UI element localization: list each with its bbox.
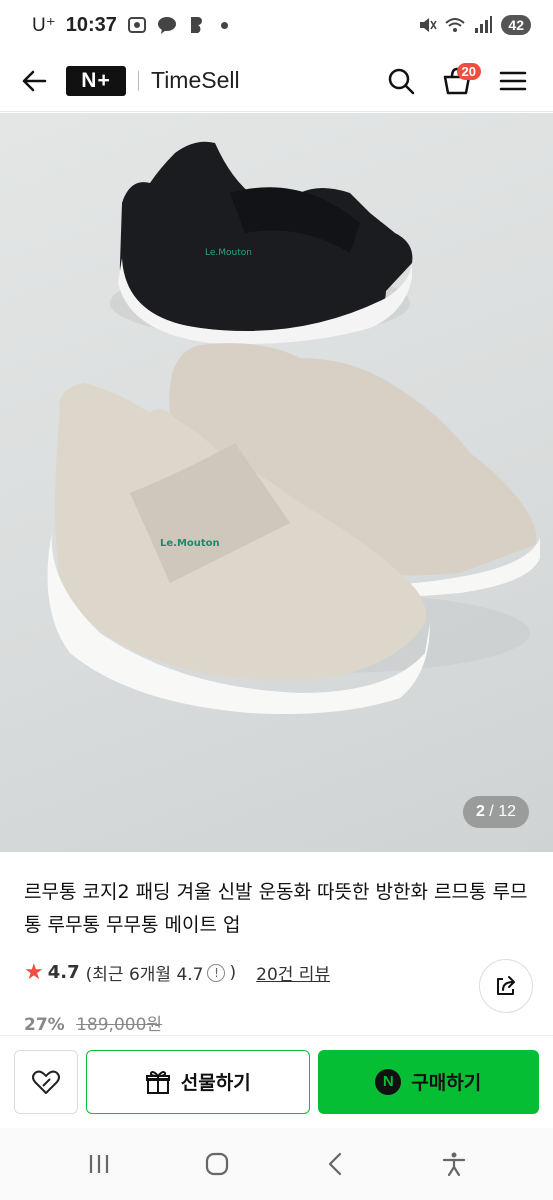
gift-button-label: 선물하기 xyxy=(180,1072,251,1094)
status-bar: U⁺ 10:37 42 xyxy=(0,0,553,50)
product-title: 르무통 코지2 패딩 겨울 신발 운동화 따뜻한 방한화 르므통 루므통 루무통… xyxy=(24,881,528,936)
menu-button[interactable] xyxy=(493,61,533,101)
talk-icon xyxy=(157,17,176,34)
product-photo: Le.Mouton Le.Mouton xyxy=(47,141,540,714)
wishlist-button[interactable] xyxy=(14,1049,78,1114)
buy-button-label: 구매하기 xyxy=(411,1072,482,1094)
product-image-gallery[interactable]: Le.Mouton Le.Mouton 2 / 12 xyxy=(0,113,553,852)
notification-dot-icon xyxy=(220,21,228,29)
arrow-left-icon xyxy=(22,70,47,91)
system-back-button[interactable] xyxy=(314,1142,358,1186)
chevron-left-icon xyxy=(328,1152,341,1176)
gift-icon xyxy=(145,1070,170,1094)
signal-icon xyxy=(475,16,493,33)
b-app-icon xyxy=(190,17,202,33)
svg-text:Le.Mouton: Le.Mouton xyxy=(160,538,220,549)
review-count-link[interactable]: 20건 리뷰 xyxy=(256,960,330,985)
battery-indicator: 42 xyxy=(501,15,531,35)
hamburger-menu-icon xyxy=(499,71,527,90)
gallery-current-page: 2 xyxy=(475,803,485,820)
recent-apps-button[interactable] xyxy=(77,1142,121,1186)
cart-button[interactable]: 20 xyxy=(437,61,481,101)
search-icon xyxy=(388,68,415,94)
rating-close: ) xyxy=(229,962,237,983)
screenshot-icon xyxy=(127,17,146,33)
original-price: 189,000원 xyxy=(76,1015,163,1035)
rating-row: ★ 4.7 (최근 6개월 4.7 ! ) 20건 리뷰 xyxy=(24,960,330,985)
heart-icon xyxy=(32,1070,60,1094)
svg-text:Le.Mouton: Le.Mouton xyxy=(205,248,252,258)
accessibility-button[interactable] xyxy=(432,1142,476,1186)
search-button[interactable] xyxy=(381,61,421,101)
wifi-icon xyxy=(445,18,466,32)
product-info: 르무통 코지2 패딩 겨울 신발 운동화 따뜻한 방한화 르므통 루므통 루무통… xyxy=(0,852,553,1035)
back-button[interactable] xyxy=(14,61,54,101)
mute-icon xyxy=(420,18,438,32)
beige-shoe-image: Le.Mouton xyxy=(47,343,540,714)
gallery-page-indicator: 2 / 12 xyxy=(462,796,529,828)
rating-recent: (최근 6개월 4.7 xyxy=(85,965,204,985)
share-icon xyxy=(497,976,515,995)
npay-icon: N xyxy=(375,1068,402,1095)
accessibility-icon xyxy=(442,1152,465,1177)
share-button[interactable] xyxy=(479,959,533,1013)
system-nav-bar xyxy=(0,1128,553,1200)
store-name[interactable]: TimeSell xyxy=(151,67,240,94)
recent-apps-icon xyxy=(90,1155,109,1173)
rating-value: 4.7 xyxy=(47,962,80,983)
top-app-bar: N+ TimeSell 20 xyxy=(0,50,553,112)
star-icon: ★ xyxy=(24,960,44,985)
cart-count-badge: 20 xyxy=(456,62,481,80)
n-plus-logo[interactable]: N+ xyxy=(66,65,126,96)
buy-button[interactable]: N 구매하기 xyxy=(317,1049,539,1114)
discount-rate: 27% xyxy=(24,1015,65,1035)
logo-divider xyxy=(138,70,139,91)
home-icon xyxy=(206,1152,229,1176)
bottom-action-bar: 선물하기 N 구매하기 xyxy=(0,1035,553,1127)
gallery-total-pages: 12 xyxy=(498,803,516,820)
home-button[interactable] xyxy=(195,1142,239,1186)
carrier-label: U⁺ xyxy=(32,14,56,36)
gift-button[interactable]: 선물하기 xyxy=(86,1049,310,1114)
status-time: 10:37 xyxy=(65,13,117,36)
price-row: 27% 189,000원 xyxy=(24,1010,162,1035)
black-shoe-image: Le.Mouton xyxy=(110,141,413,344)
gallery-separator: / xyxy=(484,803,499,820)
info-icon[interactable]: ! xyxy=(207,963,226,982)
